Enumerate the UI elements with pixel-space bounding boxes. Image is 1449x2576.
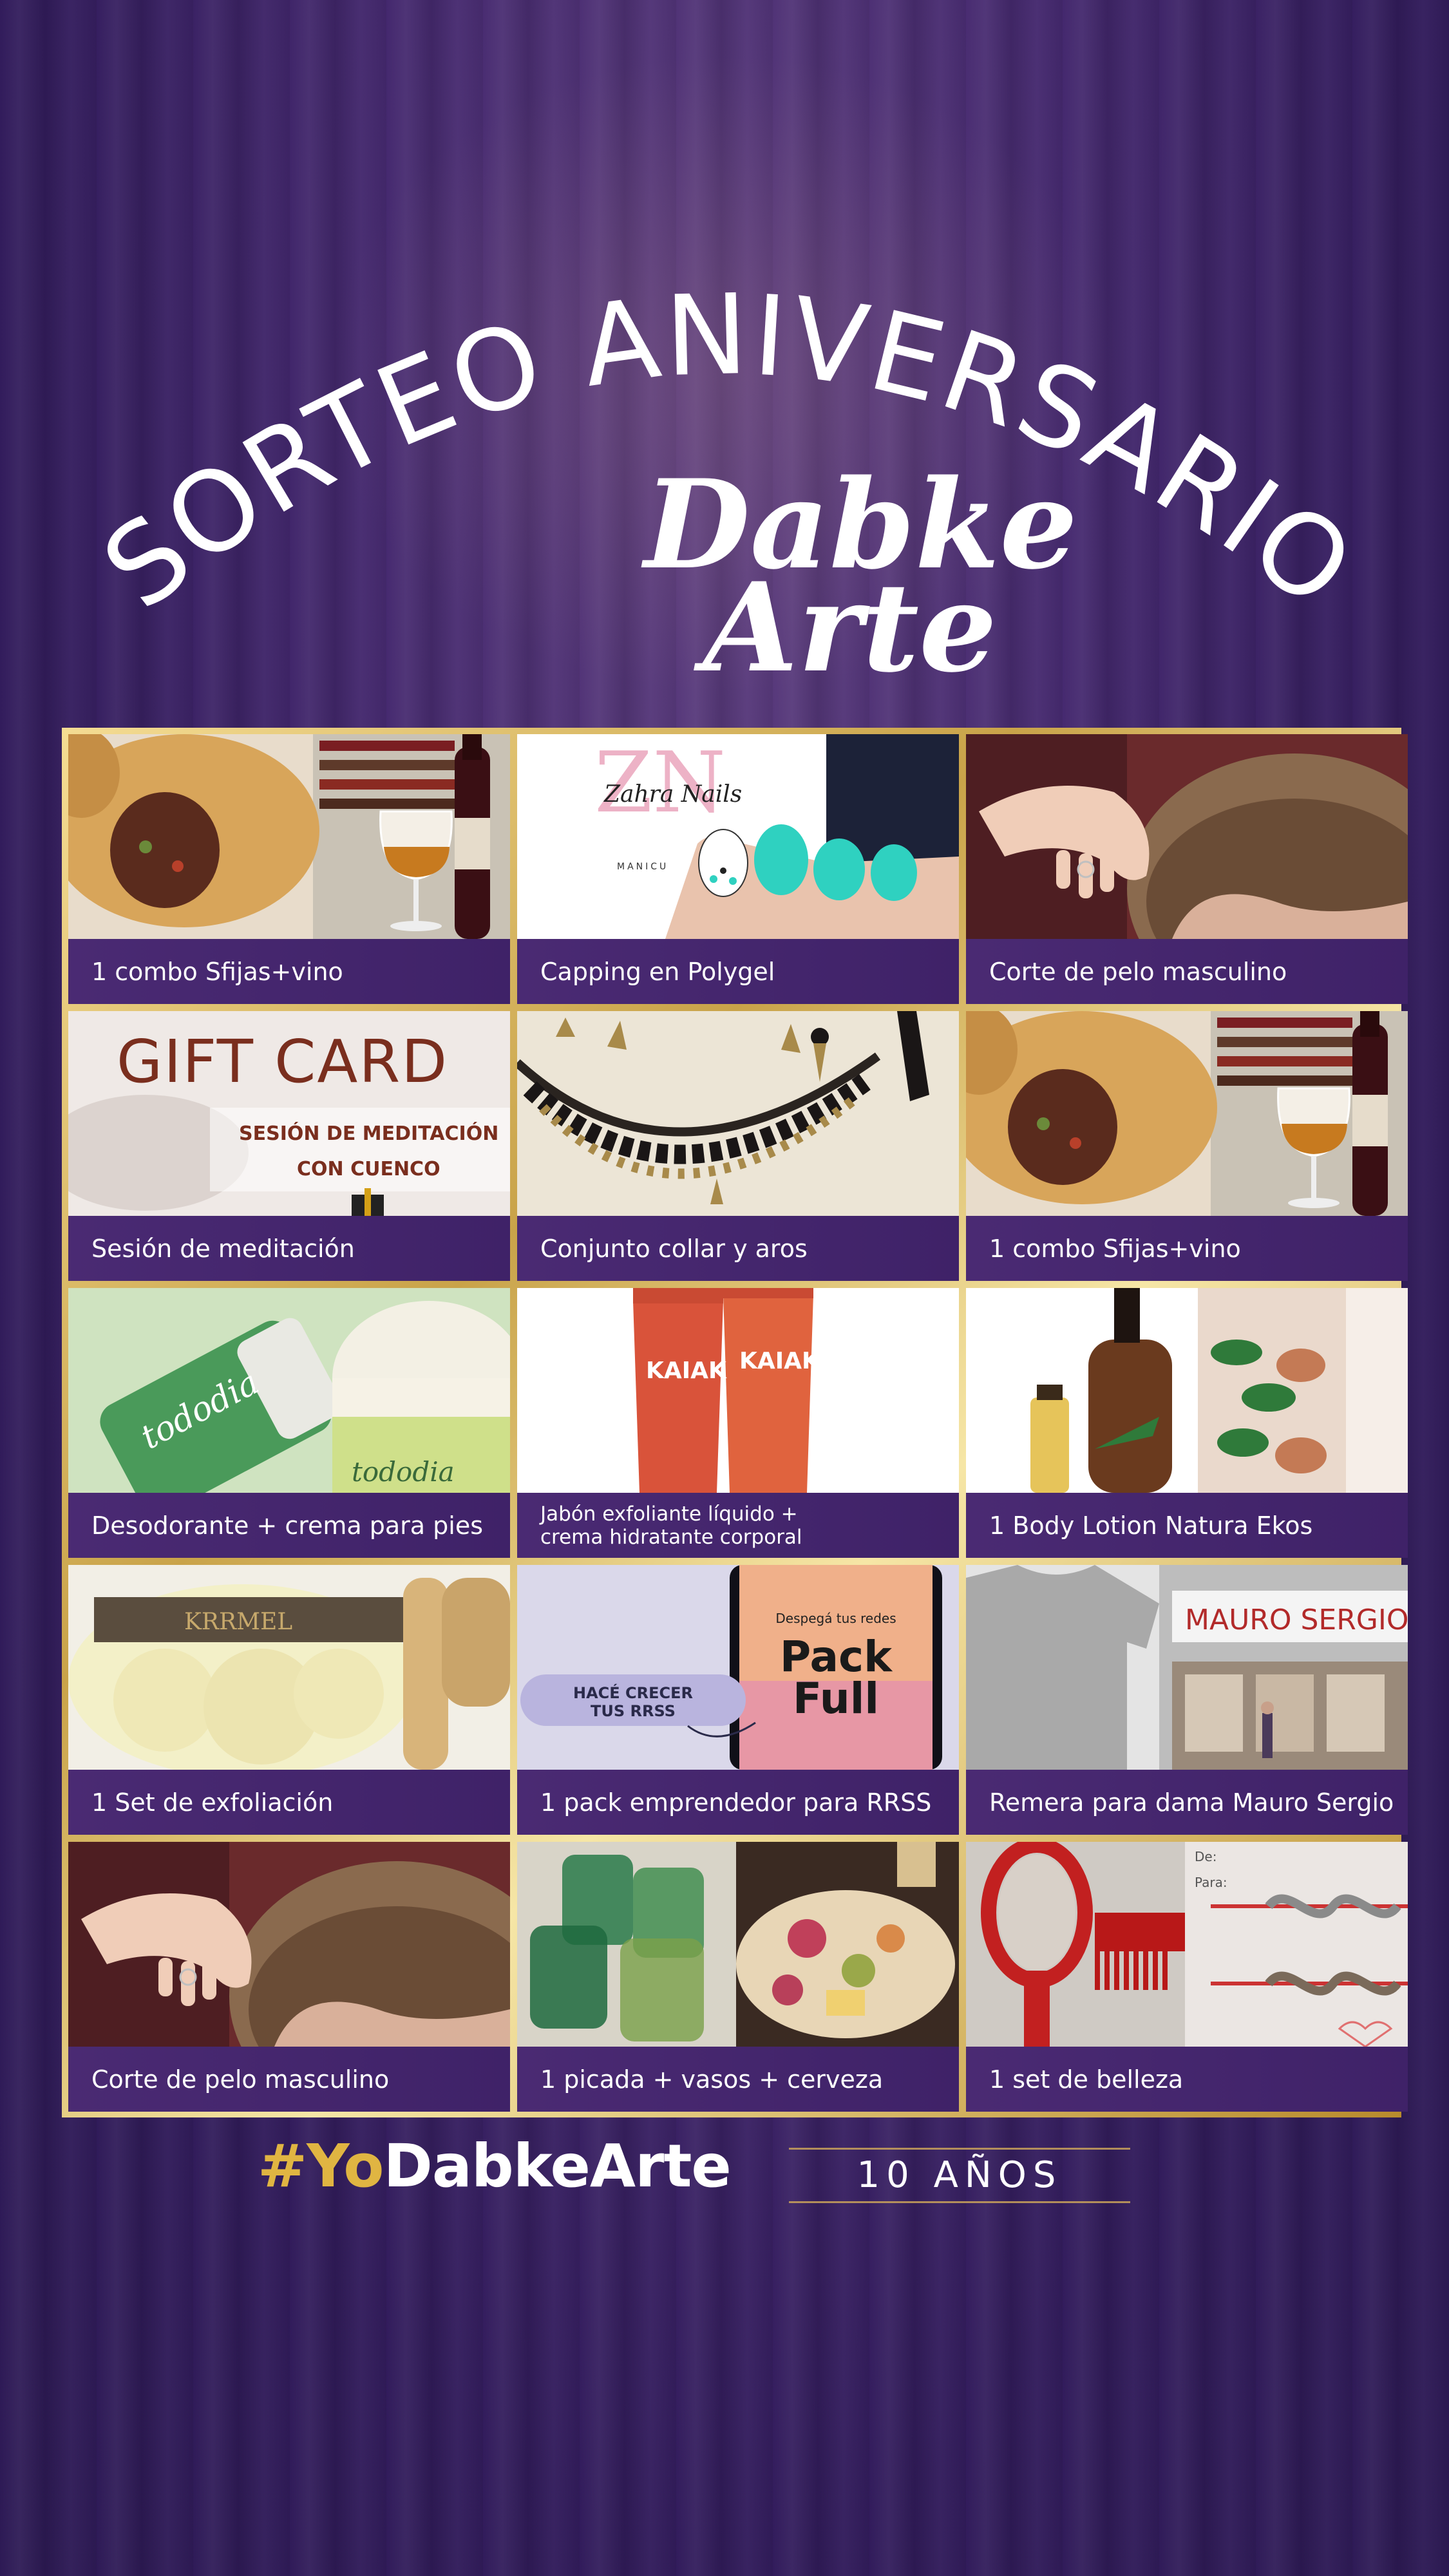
svg-text:HACÉ CRECER: HACÉ CRECER [573,1683,693,1702]
prize-image-gift-card: GIFT CARD SESIÓN DE MEDITACIÓN CON CUENC… [68,1011,510,1216]
prize-caption: 1 set de belleza [966,2047,1408,2112]
prize-caption: Conjunto collar y aros [517,1216,959,1281]
prize-grid: 1 combo Sfijas+vino ZN Zahra Nails MANIC… [62,728,1408,2117]
prize-image-necklace [517,1011,959,1216]
prize-image-ekos [966,1288,1408,1493]
prize-image-exfoliation-set: KRRMEL [68,1565,510,1770]
svg-text:Full: Full [793,1674,879,1723]
svg-text:KAIAK: KAIAK [646,1358,727,1384]
prize-card: tododia tododia Desodorante + crema para… [68,1288,510,1558]
prize-card: ZN Zahra Nails MANICU Capping en Polygel [517,734,959,1004]
hashtag-prefix: #Yo [258,2132,384,2201]
prize-card: De: Para: 1 set de belleza [966,1842,1408,2112]
prize-image-foot-cream: tododia tododia [68,1288,510,1493]
svg-text:Para:: Para: [1195,1875,1227,1890]
prize-caption: 1 combo Sfijas+vino [68,939,510,1004]
prize-card: 1 combo Sfijas+vino [966,1011,1408,1281]
prize-caption: 1 pack emprendedor para RRSS [517,1770,959,1835]
prize-card: GIFT CARD SESIÓN DE MEDITACIÓN CON CUENC… [68,1011,510,1281]
svg-text:GIFT CARD: GIFT CARD [117,1027,448,1096]
svg-text:Zahra Nails: Zahra Nails [603,781,742,808]
prize-caption: 1 picada + vasos + cerveza [517,2047,959,2112]
prize-image-empanadas-wine [68,734,510,939]
prize-image-kaiak: KAIAK KAIAK [517,1288,959,1493]
prize-card: KRRMEL 1 Set de exfoliación [68,1565,510,1835]
prize-card: Corte de pelo masculino [68,1842,510,2112]
prize-card: Conjunto collar y aros [517,1011,959,1281]
prize-image-haircut [68,1842,510,2047]
prize-caption: 1 combo Sfijas+vino [966,1216,1408,1281]
svg-text:KRRMEL: KRRMEL [184,1609,292,1635]
prize-caption: Sesión de meditación [68,1216,510,1281]
prize-caption: Corte de pelo masculino [966,939,1408,1004]
hashtag: #YoDabkeArte [258,2132,732,2209]
prize-card: MAURO SERGIO Remera para dama Mauro Serg… [966,1565,1408,1835]
svg-text:KAIAK: KAIAK [739,1348,820,1374]
hashtag-rest: DabkeArte [383,2132,731,2201]
prize-card: 1 Body Lotion Natura Ekos [966,1288,1408,1558]
prize-caption: Desodorante + crema para pies [68,1493,510,1558]
prize-image-picada [517,1842,959,2047]
svg-text:tododia: tododia [352,1456,455,1488]
prize-caption: 1 Set de exfoliación [68,1770,510,1835]
prize-caption-line: crema hidratante corporal [540,1525,802,1549]
prize-image-beauty-set: De: Para: [966,1842,1408,2047]
prize-image-nails: ZN Zahra Nails MANICU [517,734,959,939]
prize-caption: Remera para dama Mauro Sergio [966,1770,1408,1835]
prize-card: KAIAK KAIAK Jabón exfoliante líquido + c… [517,1288,959,1558]
prize-caption: Capping en Polygel [517,939,959,1004]
prize-image-tshirt: MAURO SERGIO [966,1565,1408,1770]
svg-text:TUS RRSS: TUS RRSS [591,1702,676,1720]
prize-image-haircut [966,734,1408,939]
anniversary-years: 10 AÑOS [789,2148,1130,2203]
prize-card: Corte de pelo masculino [966,734,1408,1004]
prize-card: 1 combo Sfijas+vino [68,734,510,1004]
svg-text:MANICU: MANICU [617,862,668,872]
prize-image-pack-full: Despegá tus redes Pack Full HACÉ CRECER … [517,1565,959,1770]
prize-caption: Corte de pelo masculino [68,2047,510,2112]
prize-card: 1 picada + vasos + cerveza [517,1842,959,2112]
svg-text:Despegá tus redes: Despegá tus redes [775,1611,896,1626]
prize-card: Despegá tus redes Pack Full HACÉ CRECER … [517,1565,959,1835]
svg-text:CON CUENCO: CON CUENCO [297,1158,440,1180]
brand-name-arte: Arte [703,556,998,699]
svg-text:MAURO SERGIO: MAURO SERGIO [1185,1604,1408,1636]
prize-image-empanadas-wine [966,1011,1408,1216]
prize-caption: 1 Body Lotion Natura Ekos [966,1493,1408,1558]
svg-text:SESIÓN DE MEDITACIÓN: SESIÓN DE MEDITACIÓN [239,1121,498,1145]
prize-caption: Jabón exfoliante líquido + crema hidrata… [517,1493,959,1558]
svg-text:De:: De: [1195,1849,1217,1864]
prize-caption-line: Jabón exfoliante líquido + [540,1502,798,1526]
